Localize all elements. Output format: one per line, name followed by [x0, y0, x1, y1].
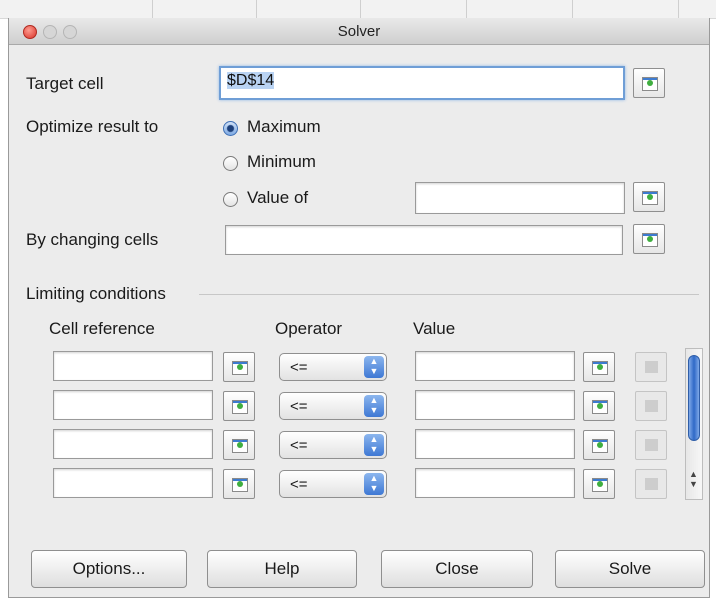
condition-1-value-shrink-button[interactable]: [583, 352, 615, 382]
condition-4-cell-reference-input[interactable]: [53, 468, 213, 498]
target-cell-shrink-button[interactable]: [633, 68, 665, 98]
condition-4-cell-shrink-button[interactable]: [223, 469, 255, 499]
condition-3-cell-shrink-button[interactable]: [223, 430, 255, 460]
radio-maximum-label[interactable]: Maximum: [247, 117, 321, 137]
condition-3-value-input[interactable]: [415, 429, 575, 459]
dropdown-arrows-icon: ▲ ▼: [364, 434, 384, 456]
condition-4-value-shrink-button[interactable]: [583, 469, 615, 499]
shrink-selection-icon: [592, 400, 608, 414]
dropdown-arrows-icon: ▲ ▼: [364, 395, 384, 417]
condition-1-cell-shrink-button[interactable]: [223, 352, 255, 382]
spreadsheet-header-strip: [0, 0, 716, 19]
changing-cells-label: By changing cells: [26, 230, 159, 249]
shrink-selection-icon: [642, 77, 658, 91]
condition-4-value-input[interactable]: [415, 468, 575, 498]
dropdown-arrows-icon: ▲ ▼: [364, 356, 384, 378]
condition-2-operator-value: <=: [290, 398, 308, 415]
radio-minimum-label[interactable]: Minimum: [247, 152, 316, 172]
shrink-selection-icon: [592, 439, 608, 453]
condition-2-cell-reference-input[interactable]: [53, 390, 213, 420]
condition-2-remove-button[interactable]: [635, 391, 667, 421]
close-button[interactable]: Close: [381, 550, 533, 588]
radio-value-of[interactable]: [223, 192, 238, 207]
shrink-selection-icon: [642, 191, 658, 205]
window-title: Solver: [337, 23, 381, 40]
remove-condition-icon: [645, 361, 658, 373]
help-button[interactable]: Help: [207, 550, 357, 588]
condition-1-cell-reference-input[interactable]: [53, 351, 213, 381]
condition-3-remove-button[interactable]: [635, 430, 667, 460]
radio-value-of-label[interactable]: Value of: [247, 188, 308, 208]
solve-button[interactable]: Solve: [555, 550, 705, 588]
condition-2-operator-select[interactable]: <= ▲ ▼: [279, 392, 387, 420]
limiting-conditions-divider: [199, 294, 699, 295]
remove-condition-icon: [645, 400, 658, 412]
condition-1-remove-button[interactable]: [635, 352, 667, 382]
condition-4-operator-value: <=: [290, 476, 308, 493]
condition-3-operator-value: <=: [290, 437, 308, 454]
condition-4-operator-select[interactable]: <= ▲ ▼: [279, 470, 387, 498]
shrink-selection-icon: [232, 400, 248, 414]
header-cell-reference: Cell reference: [49, 319, 155, 338]
value-of-input[interactable]: [415, 182, 625, 214]
shrink-selection-icon: [232, 478, 248, 492]
shrink-selection-icon: [592, 478, 608, 492]
condition-3-cell-reference-input[interactable]: [53, 429, 213, 459]
changing-cells-shrink-button[interactable]: [633, 224, 665, 254]
condition-2-cell-shrink-button[interactable]: [223, 391, 255, 421]
radio-maximum[interactable]: [223, 121, 238, 136]
condition-4-remove-button[interactable]: [635, 469, 667, 499]
dropdown-arrows-icon: ▲ ▼: [364, 473, 384, 495]
optimize-label: Optimize result to: [26, 117, 159, 136]
scrollbar-thumb[interactable]: [688, 355, 700, 441]
conditions-scrollbar[interactable]: ▲ ▼: [685, 348, 703, 500]
target-cell-input[interactable]: $D$14: [219, 66, 625, 100]
remove-condition-icon: [645, 478, 658, 490]
target-cell-value: $D$14: [227, 72, 275, 89]
solver-dialog: Solver Target cell $D$14 Optimize result…: [8, 18, 710, 598]
condition-3-operator-select[interactable]: <= ▲ ▼: [279, 431, 387, 459]
condition-1-value-input[interactable]: [415, 351, 575, 381]
scroll-arrows-icon[interactable]: ▲ ▼: [689, 469, 698, 489]
title-bar: Solver: [9, 18, 709, 45]
value-of-shrink-button[interactable]: [633, 182, 665, 212]
shrink-selection-icon: [642, 233, 658, 247]
limiting-conditions-heading: Limiting conditions: [26, 284, 166, 303]
shrink-selection-icon: [232, 361, 248, 375]
changing-cells-input[interactable]: [225, 225, 623, 255]
header-operator: Operator: [275, 319, 343, 338]
shrink-selection-icon: [232, 439, 248, 453]
remove-condition-icon: [645, 439, 658, 451]
condition-2-value-input[interactable]: [415, 390, 575, 420]
radio-minimum[interactable]: [223, 156, 238, 171]
shrink-selection-icon: [592, 361, 608, 375]
header-value: Value: [413, 319, 456, 338]
condition-2-value-shrink-button[interactable]: [583, 391, 615, 421]
options-button[interactable]: Options...: [31, 550, 187, 588]
condition-3-value-shrink-button[interactable]: [583, 430, 615, 460]
target-cell-label: Target cell: [26, 74, 104, 93]
condition-1-operator-value: <=: [290, 359, 308, 376]
condition-1-operator-select[interactable]: <= ▲ ▼: [279, 353, 387, 381]
